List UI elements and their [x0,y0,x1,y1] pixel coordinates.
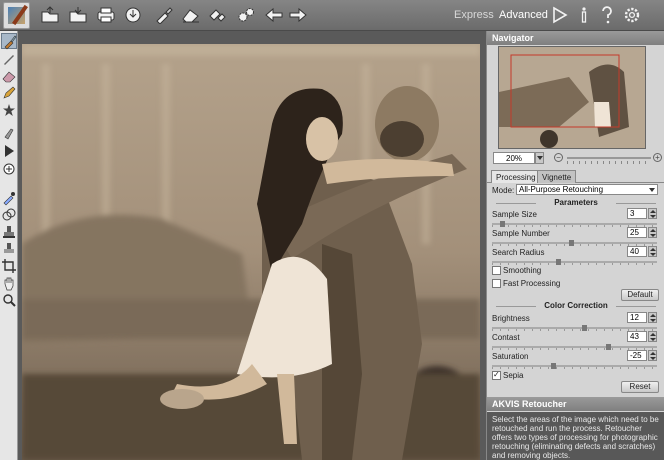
hand-icon[interactable] [1,275,17,291]
info-icon[interactable] [574,5,594,25]
toolbox [0,31,18,460]
fast-processing-checkbox[interactable] [492,279,501,288]
brush-icon[interactable] [154,6,174,25]
parameters-title: Parameters [492,198,660,207]
chisel-icon[interactable] [1,51,17,67]
zoom-field[interactable]: 20% [493,152,535,164]
sample-number-label: Sample Number [492,229,550,238]
run-icon[interactable] [549,5,569,25]
tab-bar: Processing Vignette [487,169,664,183]
save-icon[interactable] [68,6,88,24]
smoothing-checkbox[interactable] [492,266,501,275]
stamp-icon[interactable] [1,224,17,240]
mode-label: Mode: [492,186,515,195]
sample-size-label: Sample Size [492,210,537,219]
crop-icon[interactable] [1,258,17,274]
tab-processing[interactable]: Processing [491,170,541,183]
help-text: Select the areas of the image which need… [487,412,664,460]
tube-icon[interactable] [1,125,17,141]
zoom-out-icon[interactable]: − [554,153,563,162]
pencil-icon[interactable] [1,85,17,101]
stamp-icon[interactable] [1,241,17,257]
help-icon[interactable] [597,5,617,25]
search-radius-slider[interactable] [492,259,657,265]
brightness-input[interactable]: 12 [627,312,647,323]
contrast-input[interactable]: 43 [627,331,647,342]
eraser-icon[interactable] [181,6,201,24]
search-radius-label: Search Radius [492,248,545,257]
sample-number-spinner[interactable] [648,227,657,238]
contrast-spinner[interactable] [648,331,657,342]
saturation-label: Saturation [492,352,529,361]
contrast-label: Contast [492,333,520,342]
sample-size-spinner[interactable] [648,208,657,219]
settings-panel: Navigator 20% − + Processing Vignette Mo… [486,31,664,460]
photo[interactable] [22,44,480,460]
sample-size-input[interactable]: 3 [627,208,647,219]
preferences-icon[interactable] [622,5,642,25]
sample-size-slider[interactable] [492,221,657,227]
contrast-slider[interactable] [492,344,657,350]
logo-icon [3,2,30,29]
zoom-slider-ticks [567,161,651,164]
image-canvas[interactable] [18,31,486,460]
slider-thumb[interactable] [551,363,556,369]
slider-thumb[interactable] [556,259,561,265]
sample-number-slider[interactable] [492,240,657,246]
back-arrow-icon[interactable] [264,6,284,24]
retouch-brush-icon[interactable] [1,33,17,50]
run-icon[interactable] [1,143,17,159]
color-correction-title: Color Correction [492,301,660,310]
advanced-mode-link[interactable]: Advanced [499,9,548,21]
zoom-dropdown[interactable] [535,152,544,164]
brightness-slider[interactable] [492,325,657,331]
tab-vignette[interactable]: Vignette [537,170,577,183]
smoothing-label: Smoothing [503,266,542,275]
forward-arrow-icon[interactable] [288,6,308,24]
help-header: AKVIS Retoucher [487,397,664,411]
healing-icon[interactable] [1,161,17,177]
express-mode-link[interactable]: Express [454,9,494,21]
slider-thumb[interactable] [582,325,587,331]
sepia-label: Sepia [503,371,524,380]
batch-icon[interactable] [207,6,227,24]
pipette-icon[interactable] [1,190,17,206]
app-window: Express Advanced Navigator 20% − + Proce… [0,0,664,460]
settings-gears-icon[interactable] [236,6,256,24]
zoom-icon[interactable] [1,292,17,308]
star-icon[interactable] [1,102,17,118]
navigator-header: Navigator [487,31,664,45]
sepia-checkbox[interactable] [492,370,501,380]
zoom-in-icon[interactable]: + [653,153,662,162]
search-radius-input[interactable]: 40 [627,246,647,257]
slider-thumb[interactable] [569,240,574,246]
default-button[interactable]: Default [621,289,659,301]
slider-thumb[interactable] [500,221,505,227]
brightness-spinner[interactable] [648,312,657,323]
fast-processing-label: Fast Processing [503,279,561,288]
clone-icon[interactable] [1,207,17,223]
brightness-label: Brightness [492,314,530,323]
open-icon[interactable] [40,6,60,24]
mode-select[interactable]: All-Purpose Retouching [516,184,658,195]
top-toolbar: Express Advanced [0,0,664,31]
slider-thumb[interactable] [606,344,611,350]
saturation-slider[interactable] [492,363,657,369]
zoom-slider[interactable] [567,157,651,159]
saturation-spinner[interactable] [648,350,657,361]
eraser-icon[interactable] [1,68,17,84]
sample-number-input[interactable]: 25 [627,227,647,238]
print-icon[interactable] [96,6,116,24]
reset-button[interactable]: Reset [621,381,659,393]
search-radius-spinner[interactable] [648,246,657,257]
navigator-thumbnail[interactable] [498,46,646,149]
share-icon[interactable] [123,6,143,24]
saturation-input[interactable]: -25 [627,350,647,361]
